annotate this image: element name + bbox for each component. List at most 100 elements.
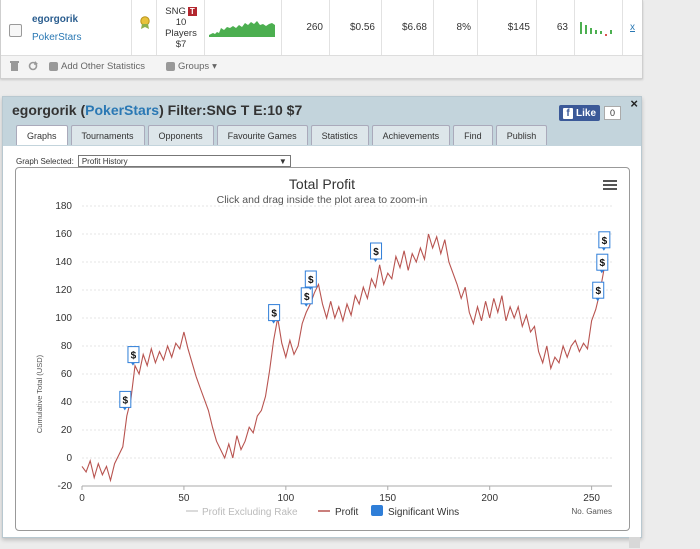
- panel-header: egorgorik (PokerStars) Filter:SNG T E:10…: [3, 96, 641, 146]
- chevron-down-icon: ▼: [278, 156, 287, 166]
- game-type-label: SNG: [165, 6, 186, 17]
- significant-win-marker[interactable]: $: [119, 390, 132, 411]
- game-type: SNG T 10 Players $7: [157, 6, 205, 50]
- profit-series-line[interactable]: [81, 233, 609, 483]
- significant-win-label: $: [373, 247, 379, 258]
- significant-win-marker[interactable]: $: [304, 270, 317, 290]
- form-cell: [575, 0, 623, 55]
- y-axis-label: Cumulative Total (USD): [35, 354, 44, 433]
- game-stake: $7: [175, 39, 187, 50]
- significant-win-marker[interactable]: $: [592, 281, 605, 302]
- total-profit: $145: [478, 0, 537, 55]
- table-toolbar: Add Other Statistics Groups ▾: [1, 56, 642, 78]
- tab-graphs[interactable]: Graphs: [16, 125, 68, 145]
- hamburger-menu-icon[interactable]: [603, 180, 617, 190]
- significant-wins: $ $ $ $ $ $ $ $ $: [119, 231, 611, 411]
- significant-win-marker[interactable]: $: [598, 231, 611, 251]
- x-tick-label: 250: [583, 493, 600, 504]
- profit-sparkline: [209, 20, 275, 37]
- chart-subtitle: Click and drag inside the plot area to z…: [217, 194, 428, 206]
- graph-select-dropdown[interactable]: Profit History ▼: [77, 155, 291, 167]
- significant-win-label: $: [271, 309, 277, 320]
- legend-profit-excl-rake[interactable]: Profit Excluding Rake: [202, 507, 298, 518]
- significant-win-marker[interactable]: $: [596, 253, 609, 274]
- add-other-statistics-button[interactable]: Add Other Statistics: [49, 61, 145, 72]
- trash-icon[interactable]: [10, 61, 19, 71]
- y-tick-label: 180: [55, 201, 72, 212]
- chart-series: [81, 233, 609, 483]
- significant-win-label: $: [308, 275, 314, 286]
- add-other-statistics-label: Add Other Statistics: [61, 61, 145, 72]
- table-row: egorgorik PokerStars SNG T 10 Players $7 …: [1, 0, 642, 56]
- player-cell: [23, 0, 132, 55]
- facebook-like-button[interactable]: f Like: [559, 105, 601, 121]
- graph-select-label: Graph Selected:: [16, 156, 74, 166]
- y-tick-label: 20: [61, 425, 73, 436]
- avg-stake: $6.68: [382, 0, 434, 55]
- y-tick-label: 0: [66, 453, 72, 464]
- chevron-down-icon: ▾: [212, 61, 217, 72]
- form-bars: [580, 21, 612, 36]
- remove-player-link[interactable]: x: [623, 0, 642, 55]
- y-tick-label: 120: [55, 285, 72, 296]
- game-players-count: 10: [175, 17, 187, 28]
- tab-favourite-games[interactable]: Favourite Games: [216, 125, 308, 145]
- games-count: 260: [282, 0, 330, 55]
- y-tick-label: 160: [55, 229, 72, 240]
- significant-win-pointer: [304, 303, 309, 307]
- player-site-link[interactable]: PokerStars: [32, 32, 81, 43]
- player-detail-panel: egorgorik (PokerStars) Filter:SNG T E:10…: [2, 96, 642, 538]
- significant-win-marker[interactable]: $: [127, 346, 140, 366]
- y-tick-label: 140: [55, 257, 72, 268]
- x-tick-label: 150: [379, 493, 396, 504]
- panel-site-link[interactable]: PokerStars: [85, 102, 159, 118]
- tab-publish[interactable]: Publish: [495, 125, 548, 145]
- tab-statistics[interactable]: Statistics: [310, 125, 369, 145]
- significant-win-pointer: [601, 247, 606, 251]
- significant-win-marker[interactable]: $: [370, 242, 383, 262]
- player-name-link[interactable]: egorgorik: [32, 14, 78, 25]
- y-tick-label: 80: [61, 341, 73, 352]
- facebook-like-count: 0: [604, 106, 622, 120]
- facebook-icon: f: [563, 107, 573, 119]
- add-stats-icon: [49, 62, 58, 71]
- tab-tournaments[interactable]: Tournaments: [70, 125, 145, 145]
- row-checkbox[interactable]: [9, 24, 22, 37]
- significant-win-marker[interactable]: $: [300, 287, 313, 307]
- significant-win-marker[interactable]: $: [268, 304, 281, 324]
- y-tick-label: 100: [55, 313, 72, 324]
- chart-legend: Profit Excluding Rake Profit Significant…: [186, 505, 459, 518]
- close-panel-button[interactable]: ×: [630, 96, 638, 111]
- game-players-label: Players: [165, 28, 197, 39]
- legend-swatch-significant-wins: [371, 505, 383, 516]
- roi: 8%: [434, 0, 478, 55]
- x-tick-label: 100: [278, 493, 295, 504]
- significant-win-label: $: [123, 395, 129, 406]
- refresh-icon[interactable]: [28, 61, 38, 71]
- panel-title: egorgorik (PokerStars) Filter:SNG T E:10…: [12, 102, 302, 118]
- legend-profit[interactable]: Profit: [335, 507, 359, 518]
- chart-title: Total Profit: [289, 176, 355, 192]
- profit-chart[interactable]: Total Profit Click and drag inside the p…: [15, 167, 630, 531]
- chart-grid: [82, 205, 612, 487]
- search-results-table: egorgorik PokerStars SNG T 10 Players $7 …: [0, 0, 643, 79]
- significant-win-label: $: [595, 286, 601, 297]
- tab-achievements[interactable]: Achievements: [371, 125, 451, 145]
- profit-chart-svg[interactable]: Total Profit Click and drag inside the p…: [16, 168, 629, 530]
- y-tick-label: 40: [61, 397, 73, 408]
- y-tick-label: -20: [58, 481, 73, 492]
- significant-win-pointer: [122, 407, 127, 411]
- x-tick-label: 200: [481, 493, 498, 504]
- groups-dropdown[interactable]: Groups ▾: [166, 61, 217, 72]
- panel-tabs: Graphs Tournaments Opponents Favourite G…: [16, 125, 548, 145]
- panel-player-name: egorgorik: [12, 102, 77, 118]
- groups-label: Groups: [178, 61, 210, 72]
- significant-win-pointer: [595, 298, 600, 302]
- graph-select-value: Profit History: [81, 156, 128, 166]
- tab-opponents[interactable]: Opponents: [147, 125, 214, 145]
- resize-handle[interactable]: [629, 537, 640, 548]
- tournament-badge: T: [187, 7, 197, 16]
- legend-significant-wins[interactable]: Significant Wins: [388, 507, 459, 518]
- tab-find[interactable]: Find: [453, 125, 493, 145]
- significant-win-label: $: [600, 258, 606, 269]
